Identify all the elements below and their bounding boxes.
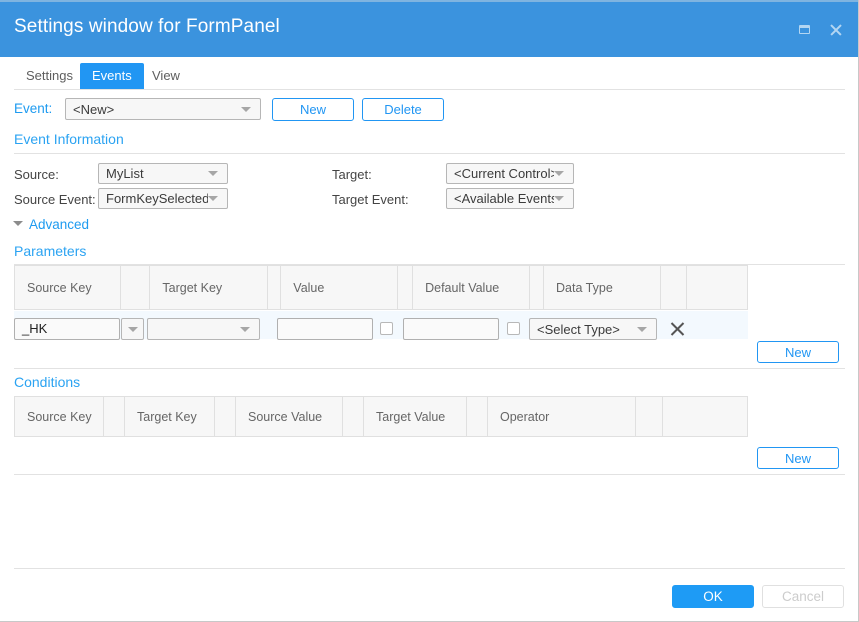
source-label: Source: bbox=[14, 167, 59, 182]
window-titlebar: Settings window for FormPanel bbox=[0, 0, 858, 57]
conditions-col-spacer-1 bbox=[104, 397, 125, 436]
source-select-value: MyList bbox=[106, 166, 144, 181]
parameters-col-value: Value bbox=[281, 266, 399, 309]
parameter-delete-row-icon[interactable] bbox=[670, 321, 685, 336]
parameters-col-default-value: Default Value bbox=[413, 266, 531, 309]
parameters-col-spacer-1 bbox=[121, 266, 151, 309]
parameter-value-input[interactable] bbox=[277, 318, 373, 340]
chevron-down-icon bbox=[637, 326, 647, 332]
parameters-col-spacer-3 bbox=[398, 266, 414, 309]
event-delete-button[interactable]: Delete bbox=[362, 98, 444, 121]
tab-events[interactable]: Events bbox=[80, 63, 144, 89]
parameters-col-spacer-6 bbox=[687, 266, 747, 309]
advanced-toggle[interactable]: Advanced bbox=[29, 217, 89, 232]
event-information-divider bbox=[14, 153, 845, 154]
source-event-label: Source Event: bbox=[14, 192, 96, 207]
parameters-col-spacer-5 bbox=[661, 266, 688, 309]
event-information-title: Event Information bbox=[14, 131, 124, 147]
parameter-data-type-value: <Select Type> bbox=[537, 321, 620, 337]
window-controls bbox=[794, 19, 845, 39]
chevron-down-icon bbox=[127, 326, 138, 332]
target-select-value: <Current Control> bbox=[454, 166, 554, 181]
chevron-down-icon bbox=[241, 106, 251, 112]
window-title: Settings window for FormPanel bbox=[14, 16, 280, 37]
target-event-select-value: <Available Events> bbox=[454, 191, 554, 206]
conditions-col-spacer-5 bbox=[636, 397, 663, 436]
chevron-down-icon bbox=[554, 196, 564, 201]
conditions-new-button[interactable]: New bbox=[757, 447, 839, 469]
parameters-col-spacer-4 bbox=[530, 266, 545, 309]
parameter-source-key-dropdown-button[interactable] bbox=[121, 318, 144, 340]
tab-bar: Settings Events View bbox=[0, 55, 858, 90]
source-event-select-value: FormKeySelected bbox=[106, 191, 208, 206]
parameter-target-key-select[interactable] bbox=[147, 318, 260, 340]
restore-button[interactable] bbox=[794, 19, 814, 39]
conditions-col-spacer-3 bbox=[343, 397, 364, 436]
event-label: Event: bbox=[14, 101, 53, 116]
close-button[interactable] bbox=[825, 19, 845, 39]
target-event-label: Target Event: bbox=[332, 192, 409, 207]
parameters-col-spacer-2 bbox=[268, 266, 282, 309]
target-select[interactable]: <Current Control> bbox=[446, 163, 574, 184]
target-event-select[interactable]: <Available Events> bbox=[446, 188, 574, 209]
event-new-button[interactable]: New bbox=[272, 98, 354, 121]
chevron-down-icon bbox=[208, 196, 218, 201]
conditions-col-spacer-6 bbox=[663, 397, 747, 436]
chevron-down-icon bbox=[554, 171, 564, 176]
parameters-col-source-key: Source Key bbox=[15, 266, 122, 309]
parameters-table-header: Source Key Target Key Value Default Valu… bbox=[14, 265, 748, 310]
conditions-col-source-key: Source Key bbox=[15, 397, 104, 436]
conditions-col-source-value: Source Value bbox=[236, 397, 343, 436]
settings-window: Settings window for FormPanel Settings E… bbox=[0, 0, 859, 622]
conditions-col-spacer-4 bbox=[467, 397, 488, 436]
parameters-title: Parameters bbox=[14, 243, 87, 259]
parameter-value-checkbox[interactable] bbox=[380, 322, 393, 335]
conditions-col-operator: Operator bbox=[488, 397, 636, 436]
tab-settings[interactable]: Settings bbox=[14, 63, 85, 89]
parameter-source-key-input[interactable]: _HK bbox=[14, 318, 120, 340]
chevron-down-icon bbox=[240, 326, 250, 332]
cancel-button[interactable]: Cancel bbox=[762, 585, 844, 608]
conditions-col-target-value: Target Value bbox=[364, 397, 467, 436]
parameters-new-button[interactable]: New bbox=[757, 341, 839, 363]
parameter-default-value-input[interactable] bbox=[403, 318, 499, 340]
ok-button[interactable]: OK bbox=[672, 585, 754, 608]
tab-bar-underline bbox=[14, 89, 845, 90]
conditions-col-spacer-2 bbox=[215, 397, 236, 436]
event-select-value: <New> bbox=[73, 101, 115, 117]
conditions-title: Conditions bbox=[14, 374, 81, 390]
parameters-col-target-key: Target Key bbox=[150, 266, 269, 309]
conditions-table-header: Source Key Target Key Source Value Targe… bbox=[14, 396, 748, 437]
chevron-down-icon[interactable] bbox=[13, 221, 23, 226]
conditions-table-body bbox=[14, 436, 748, 437]
source-select[interactable]: MyList bbox=[98, 163, 228, 184]
event-select[interactable]: <New> bbox=[65, 98, 261, 120]
conditions-col-target-key: Target Key bbox=[125, 397, 215, 436]
footer-divider bbox=[14, 568, 845, 569]
parameters-col-data-type: Data Type bbox=[544, 266, 662, 309]
tab-view[interactable]: View bbox=[140, 63, 192, 89]
close-icon bbox=[829, 23, 842, 36]
restore-icon bbox=[798, 24, 810, 34]
parameter-default-value-checkbox[interactable] bbox=[507, 322, 520, 335]
chevron-down-icon bbox=[208, 171, 218, 176]
source-event-select[interactable]: FormKeySelected bbox=[98, 188, 228, 209]
parameters-bottom-divider bbox=[14, 368, 845, 369]
conditions-bottom-divider bbox=[14, 474, 845, 475]
parameter-data-type-select[interactable]: <Select Type> bbox=[529, 318, 657, 340]
target-label: Target: bbox=[332, 167, 372, 182]
